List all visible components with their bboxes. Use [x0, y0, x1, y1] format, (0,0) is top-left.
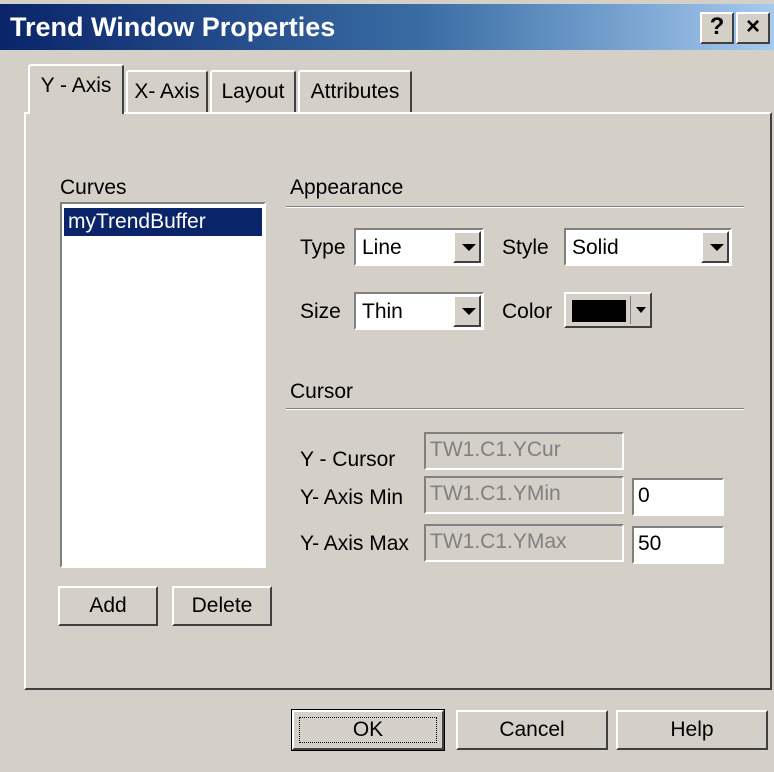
- y-cursor-field: TW1.C1.YCur: [424, 432, 624, 470]
- delete-curve-button[interactable]: Delete: [172, 586, 272, 626]
- color-label: Color: [502, 300, 553, 323]
- y-cursor-label: Y - Cursor: [300, 448, 396, 471]
- curve-item-selected[interactable]: myTrendBuffer: [64, 208, 262, 236]
- y-axis-min-variable-field: TW1.C1.YMin: [424, 476, 624, 514]
- y-axis-max-label: Y- Axis Max: [300, 532, 409, 555]
- y-axis-min-label: Y- Axis Min: [300, 486, 404, 509]
- tab-x-axis[interactable]: X- Axis: [126, 70, 208, 112]
- cancel-button[interactable]: Cancel: [456, 710, 608, 750]
- window-title: Trend Window Properties: [10, 12, 336, 42]
- color-picker[interactable]: [564, 292, 652, 328]
- cursor-group-label: Cursor: [290, 380, 354, 403]
- size-dropdown[interactable]: Thin: [354, 292, 484, 330]
- style-value: Solid: [572, 236, 619, 259]
- curves-listbox[interactable]: myTrendBuffer: [60, 202, 266, 568]
- style-dropdown-button[interactable]: [701, 231, 729, 263]
- tab-y-axis[interactable]: Y - Axis: [28, 64, 124, 114]
- size-value: Thin: [362, 300, 403, 323]
- ok-button[interactable]: OK: [291, 709, 445, 751]
- color-swatch: [572, 300, 626, 322]
- size-label: Size: [300, 300, 341, 323]
- chevron-down-icon: [462, 308, 476, 315]
- tab-attributes[interactable]: Attributes: [298, 70, 412, 112]
- cursor-separator: [286, 408, 744, 410]
- tab-layout[interactable]: Layout: [210, 70, 296, 112]
- size-dropdown-button[interactable]: [453, 295, 481, 327]
- color-picker-divider: [630, 296, 631, 324]
- appearance-separator: [286, 206, 744, 208]
- appearance-group-label: Appearance: [290, 176, 404, 199]
- type-value: Line: [362, 236, 402, 259]
- add-curve-button[interactable]: Add: [58, 586, 158, 626]
- chevron-down-icon: [462, 244, 476, 251]
- type-dropdown-button[interactable]: [453, 231, 481, 263]
- type-dropdown[interactable]: Line: [354, 228, 484, 266]
- trend-window-properties-dialog: Trend Window Properties ? × Y - Axis X- …: [0, 0, 774, 772]
- help-button[interactable]: Help: [616, 710, 768, 750]
- y-axis-min-input[interactable]: 0: [632, 478, 724, 516]
- close-icon[interactable]: ×: [736, 12, 770, 44]
- y-axis-max-input[interactable]: 50: [632, 526, 724, 564]
- curves-label: Curves: [60, 176, 127, 199]
- title-bar[interactable]: Trend Window Properties ? ×: [0, 4, 774, 50]
- chevron-down-icon: [710, 244, 724, 251]
- help-question-icon[interactable]: ?: [700, 12, 734, 44]
- style-label: Style: [502, 236, 549, 259]
- type-label: Type: [300, 236, 346, 259]
- chevron-down-icon[interactable]: [636, 307, 646, 313]
- style-dropdown[interactable]: Solid: [564, 228, 732, 266]
- focus-rectangle: [299, 717, 437, 743]
- y-axis-max-variable-field: TW1.C1.YMax: [424, 524, 624, 562]
